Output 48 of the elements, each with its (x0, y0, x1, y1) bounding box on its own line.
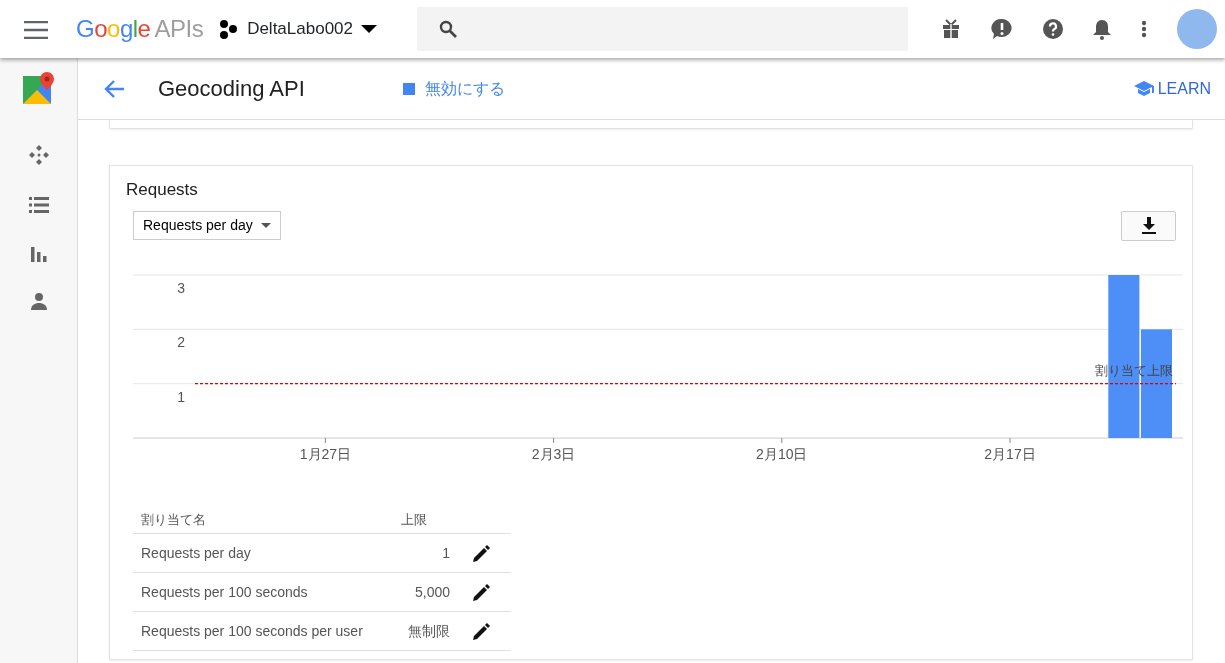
x-tick-label: 2月10日 (756, 445, 808, 462)
map-app-icon[interactable] (22, 72, 55, 106)
learn-link[interactable]: LEARN (1133, 76, 1211, 101)
person-icon[interactable] (29, 292, 48, 310)
project-icon (219, 19, 240, 39)
search-field[interactable] (417, 7, 908, 51)
help-icon[interactable] (1043, 19, 1063, 39)
quota-limit: 1 (393, 533, 451, 573)
x-tick (324, 437, 326, 443)
logo-text[interactable]: Google (76, 11, 151, 47)
diamond-grid-icon[interactable] (27, 144, 50, 166)
project-selector[interactable]: DeltaLabo002 (219, 16, 377, 42)
graduation-cap-icon (1133, 80, 1154, 97)
logo-text[interactable]: APIs (154, 11, 204, 47)
column-header: 割り当て名 (133, 505, 394, 534)
download-icon (1139, 217, 1158, 234)
quota-name: Requests per 100 seconds (133, 572, 394, 612)
quota-limit: 5,000 (393, 572, 451, 612)
x-tick (553, 437, 555, 443)
bar-chart-icon[interactable] (29, 244, 48, 262)
gift-icon[interactable] (941, 19, 961, 39)
x-tick-label: 2月3日 (531, 445, 576, 462)
notification-icon[interactable] (1093, 18, 1111, 40)
list-icon[interactable] (28, 196, 49, 214)
metric-dropdown[interactable]: Requests per day (133, 211, 281, 240)
y-tick-label: 3 (177, 279, 185, 296)
disable-link[interactable]: 無効にする (402, 76, 505, 101)
caret-icon (260, 223, 271, 228)
quota-name: Requests per day (133, 533, 394, 573)
x-tick (781, 437, 783, 443)
y-tick-label: 2 (177, 333, 185, 350)
x-tick-label: 1月27日 (299, 445, 352, 462)
quota-limit: 無制限 (393, 611, 451, 651)
quota-name: Requests per 100 seconds per user (133, 611, 394, 651)
card-title: Requests (126, 179, 199, 201)
edit-icon[interactable] (472, 544, 490, 563)
feedback-icon[interactable] (991, 18, 1013, 40)
back-arrow-icon[interactable] (103, 78, 125, 99)
x-tick-label: 2月17日 (984, 445, 1036, 462)
edit-icon[interactable] (472, 583, 490, 602)
download-button[interactable] (1121, 210, 1176, 241)
caret-icon (361, 25, 377, 33)
column-header: 上限 (393, 505, 451, 534)
page-title: Geocoding API (158, 75, 305, 103)
y-tick-label: 1 (177, 388, 185, 405)
more-icon[interactable] (1141, 20, 1147, 38)
edit-icon[interactable] (472, 622, 490, 641)
x-tick (1009, 437, 1011, 443)
